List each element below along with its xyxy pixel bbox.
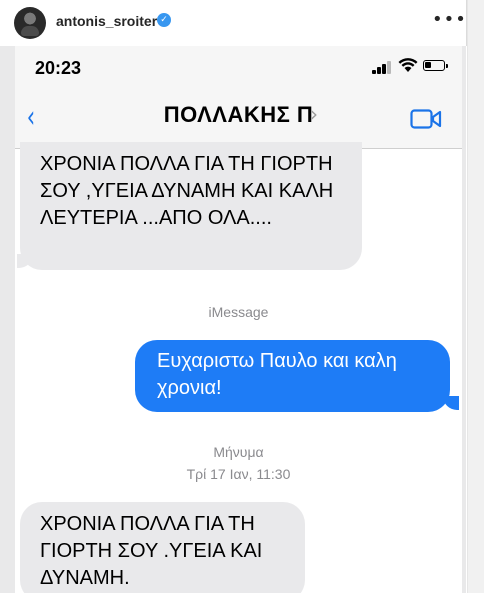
message-timestamp: Τρί 17 Ιαν, 11:30 [186,466,291,482]
battery-icon [423,60,448,71]
status-time: 20:23 [35,58,82,78]
avatar[interactable] [14,7,46,39]
cellular-signal-icon [372,60,394,74]
bubble-tail [443,396,459,410]
contact-chevron-icon[interactable]: › [310,102,318,126]
conversation-navbar: ‹ ΠΟΛΛΑΚΗΣ Π › [15,84,462,149]
message-bubble-incoming[interactable]: ΧΡΟΝΙΑ ΠΟΛΛΑ ΓΙΑ ΤΗ ΓΙΟΡΤΗ ΣΟΥ ,ΥΓΕΙΑ ΔΥ… [20,142,362,270]
wifi-icon [398,57,418,78]
video-camera-icon[interactable] [410,108,442,130]
message-bubble-incoming[interactable]: ΧΡΟΝΙΑ ΠΟΛΛΑ ΓΙΑ ΤΗ ΓΙΟΡΤΗ ΣΟΥ .ΥΓΕΙΑ ΚΑ… [20,502,305,593]
scrollbar[interactable] [467,0,484,593]
more-options-icon[interactable]: ••• [432,9,467,30]
contact-name[interactable]: ΠΟΛΛΑΚΗΣ Π [15,102,462,128]
phone-screen: 20:23 ‹ ΠΟΛΛΑΚΗΣ Π › ΧΡΟΝΙΑ ΠΟΛΛΑ ΓΙΑ ΤΗ… [15,46,462,593]
service-label: iMessage [208,304,269,320]
username[interactable]: antonis_sroiter [56,13,157,29]
message-bubble-outgoing[interactable]: Ευχαριστω Παυλο και καλη χρονια! [135,340,450,412]
screenshot-image: 20:23 ‹ ΠΟΛΛΑΚΗΣ Π › ΧΡΟΝΙΑ ΠΟΛΛΑ ΓΙΑ ΤΗ… [0,46,466,593]
verified-badge-icon: ✓ [157,13,171,27]
message-type-label: Μήνυμα [213,444,264,460]
status-bar: 20:23 [15,46,462,84]
post-header: antonis_sroiter ✓ ••• [0,0,467,46]
